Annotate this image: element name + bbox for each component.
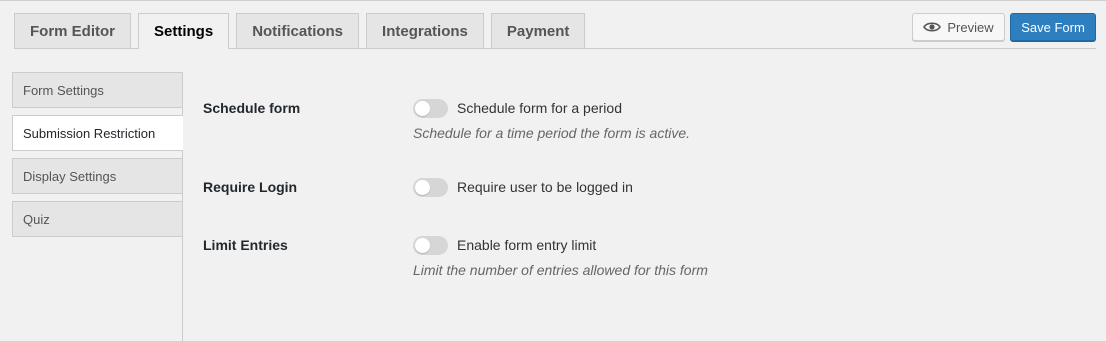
toggle-label: Require user to be logged in: [457, 179, 633, 195]
top-border: [0, 0, 1106, 1]
tab-settings[interactable]: Settings: [138, 13, 230, 49]
toggle-label: Enable form entry limit: [457, 237, 597, 253]
sidebar-item-submission-restriction[interactable]: Submission Restriction: [12, 115, 183, 151]
eye-icon: [923, 21, 942, 33]
toggle-knob: [415, 101, 430, 116]
tab-integrations[interactable]: Integrations: [366, 13, 484, 48]
tab-notifications[interactable]: Notifications: [236, 13, 360, 48]
settings-sidebar: Form Settings Submission Restriction Dis…: [12, 72, 183, 244]
setting-label: Limit Entries: [203, 237, 288, 253]
save-form-button-label: Save Form: [1021, 19, 1085, 35]
toggle-label: Schedule form for a period: [457, 100, 622, 116]
tab-form-editor[interactable]: Form Editor: [14, 13, 131, 48]
save-form-button[interactable]: Save Form: [1010, 13, 1096, 41]
sidebar-divider: [182, 72, 183, 341]
limit-entries-toggle[interactable]: [413, 236, 448, 255]
toggle-knob: [415, 180, 430, 195]
sidebar-item-quiz[interactable]: Quiz: [12, 201, 183, 237]
preview-button-label: Preview: [947, 19, 994, 35]
setting-label: Schedule form: [203, 100, 301, 116]
help-text: Schedule for a time period the form is a…: [413, 125, 691, 141]
tab-payment[interactable]: Payment: [490, 13, 586, 48]
require-login-toggle[interactable]: [413, 178, 448, 197]
sidebar-item-display-settings[interactable]: Display Settings: [12, 158, 183, 194]
toggle-knob: [415, 238, 430, 253]
schedule-form-toggle[interactable]: [413, 99, 448, 118]
tab-bar: Form Editor Settings Notifications Integ…: [14, 13, 592, 49]
setting-label: Require Login: [203, 179, 298, 195]
preview-button[interactable]: Preview: [912, 13, 1005, 41]
help-text: Limit the number of entries allowed for …: [413, 262, 708, 278]
sidebar-item-form-settings[interactable]: Form Settings: [12, 72, 183, 108]
